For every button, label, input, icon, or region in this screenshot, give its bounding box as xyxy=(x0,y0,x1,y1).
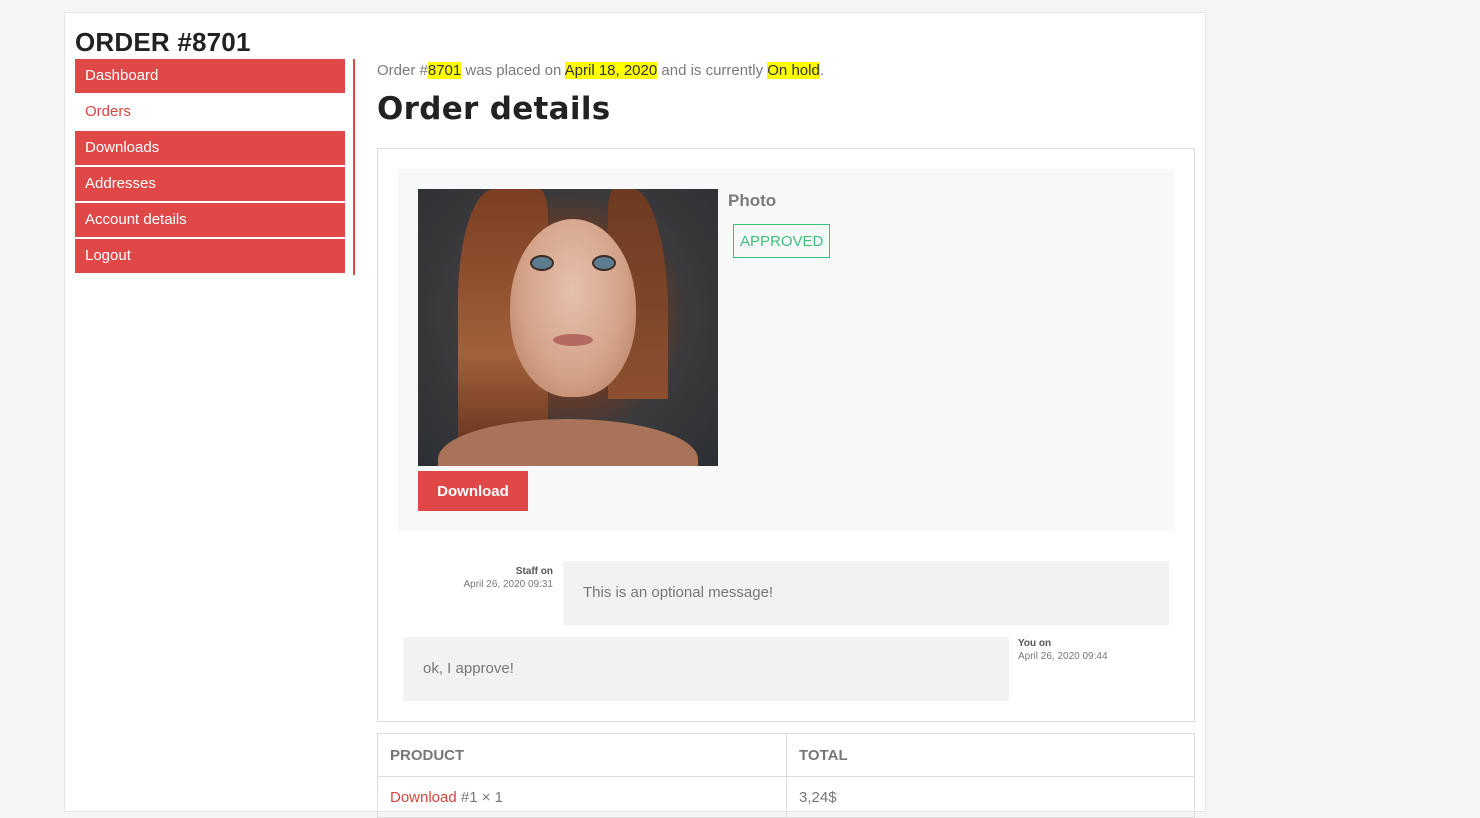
column-header-product: PRODUCT xyxy=(377,733,787,777)
status-badge: APPROVED xyxy=(733,224,831,258)
product-download-link[interactable]: Download xyxy=(390,789,457,806)
photo-lips xyxy=(553,334,593,346)
account-page: ORDER #8701 Dashboard Orders Downloads A… xyxy=(64,12,1206,818)
account-navigation: Dashboard Orders Downloads Addresses Acc… xyxy=(75,59,345,275)
download-button[interactable]: Download xyxy=(418,471,528,511)
order-intro-prefix: Order # xyxy=(377,62,428,79)
order-details-box: Photo APPROVED Download Staff on April 2… xyxy=(377,148,1195,722)
order-content: Order #8701 was placed on April 18, 2020… xyxy=(377,59,1195,818)
product-name: Photo xyxy=(728,191,777,210)
nav-item-addresses[interactable]: Addresses xyxy=(75,167,345,201)
photo-eye-right xyxy=(592,255,616,271)
product-card: Photo APPROVED Download xyxy=(398,169,1174,531)
order-status: On hold xyxy=(767,62,820,79)
product-photo xyxy=(418,189,718,466)
message-time: April 26, 2020 09:31 xyxy=(463,579,553,590)
message-author: You on xyxy=(1018,638,1052,649)
message-time: April 26, 2020 09:44 xyxy=(1018,651,1108,662)
table-header-row: PRODUCT TOTAL xyxy=(377,733,1195,777)
photo-face xyxy=(510,219,636,397)
order-intro-mid2: and is currently xyxy=(657,62,768,79)
user-message-meta: You on April 26, 2020 09:44 xyxy=(1018,637,1138,663)
order-date: April 18, 2020 xyxy=(564,62,658,79)
order-summary: Order #8701 was placed on April 18, 2020… xyxy=(377,59,1195,79)
column-header-total: TOTAL xyxy=(786,733,1195,777)
nav-item-account-details[interactable]: Account details xyxy=(75,203,345,237)
nav-divider xyxy=(353,59,355,275)
product-cell: Download #1 × 1 xyxy=(377,776,787,818)
table-row: Download #1 × 1 3,24$ xyxy=(377,776,1195,818)
product-quantity: #1 × 1 xyxy=(456,788,504,806)
order-intro-suffix: . xyxy=(819,62,824,79)
photo-eye-left xyxy=(530,255,554,271)
staff-message-meta: Staff on April 26, 2020 09:31 xyxy=(438,565,553,591)
user-message-bubble: ok, I approve! xyxy=(403,637,1009,701)
order-intro-mid: was placed on xyxy=(461,62,565,79)
page-title: ORDER #8701 xyxy=(75,27,251,57)
order-details-heading: Order details xyxy=(377,91,611,127)
nav-item-downloads[interactable]: Downloads xyxy=(75,131,345,165)
order-items-table: PRODUCT TOTAL Download #1 × 1 3,24$ xyxy=(377,733,1195,818)
order-number: 8701 xyxy=(427,62,462,79)
nav-item-logout[interactable]: Logout xyxy=(75,239,345,273)
message-author: Staff on xyxy=(515,566,553,577)
staff-message-bubble: This is an optional message! xyxy=(563,561,1169,625)
nav-item-dashboard[interactable]: Dashboard xyxy=(75,59,345,93)
nav-item-orders[interactable]: Orders xyxy=(75,95,345,129)
total-cell: 3,24$ xyxy=(786,776,1195,818)
